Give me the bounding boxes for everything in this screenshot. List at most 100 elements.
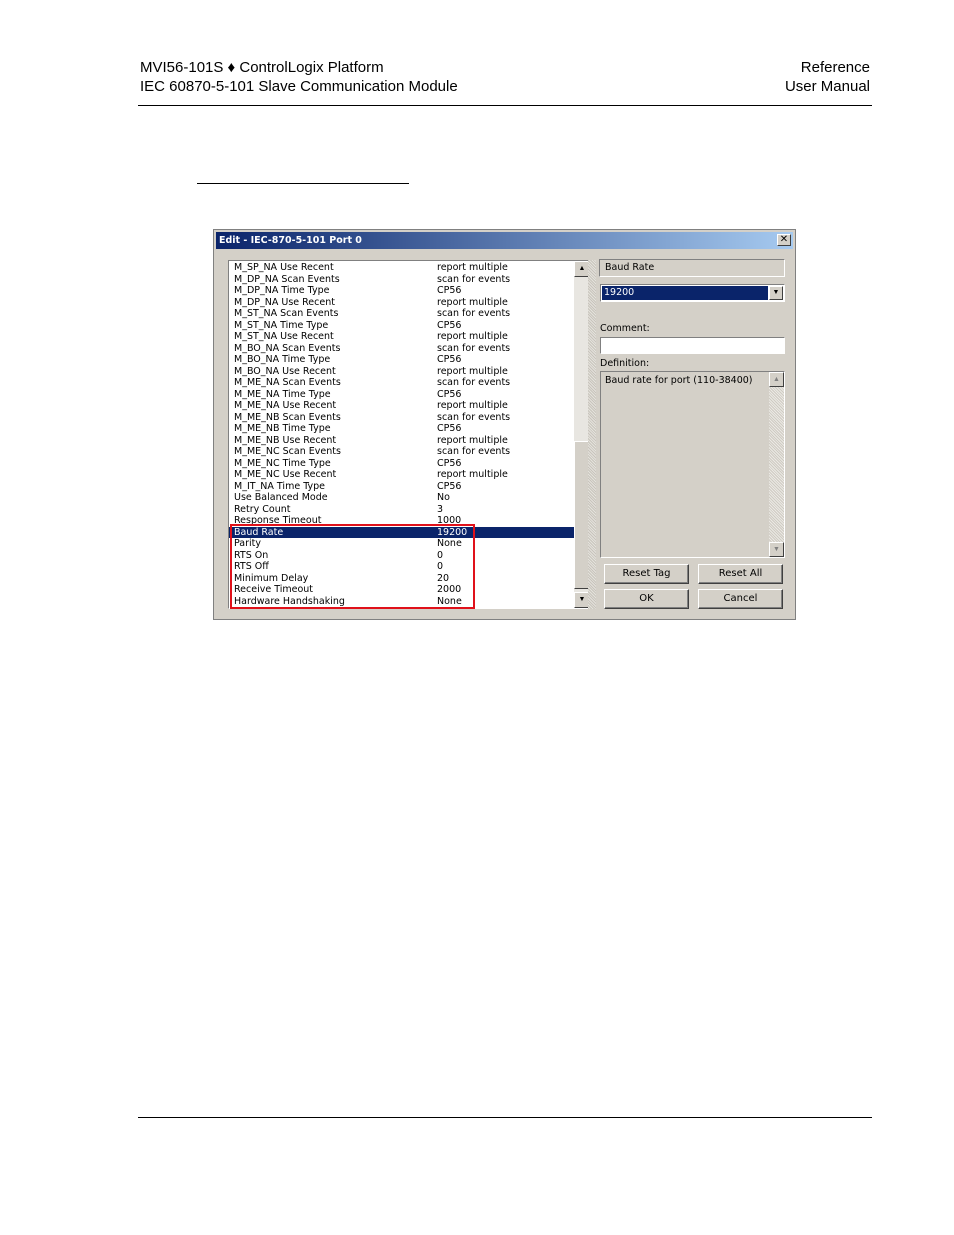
list-item[interactable]: M_BO_NA Use Recent report multiple: [229, 366, 576, 378]
definition-scroll-up-button[interactable]: ▲: [769, 372, 784, 387]
header-divider: [138, 105, 872, 106]
ok-button[interactable]: OK: [604, 589, 689, 609]
parameter-value: CP56: [437, 457, 462, 469]
definition-label: Definition:: [600, 358, 650, 369]
parameter-name: M_ST_NA Use Recent: [234, 331, 334, 342]
footer-divider: [138, 1117, 872, 1118]
close-button[interactable]: ✕: [777, 234, 791, 246]
list-item[interactable]: M_BO_NA Scan Events scan for events: [229, 343, 576, 355]
list-item[interactable]: M_DP_NA Use Recent report multiple: [229, 297, 576, 309]
close-icon: ✕: [779, 234, 789, 245]
parameter-name: Retry Count: [234, 503, 291, 515]
parameter-name: M_SP_NA Use Recent: [234, 262, 334, 273]
pane-splitter[interactable]: [588, 260, 596, 609]
value-dropdown[interactable]: 19200 ▼: [600, 284, 785, 302]
arrow-down-icon: ▼: [578, 596, 586, 603]
list-item[interactable]: M_SP_NA Use Recent report multiple: [229, 262, 576, 274]
parameter-value: report multiple: [437, 469, 508, 480]
page-header-right: Reference User Manual: [785, 58, 870, 96]
list-item[interactable]: M_DP_NA Time Type CP56: [229, 285, 576, 297]
definition-scroll-down-button[interactable]: ▼: [769, 542, 784, 557]
list-item[interactable]: Retry Count 3: [229, 504, 576, 516]
header-section: Reference: [800, 59, 870, 76]
dialog-title: Edit - IEC-870-5-101 Port 0: [219, 235, 362, 246]
list-item[interactable]: M_ME_NA Scan Events scan for events: [229, 377, 576, 389]
list-item[interactable]: M_ME_NA Time Type CP56: [229, 389, 576, 401]
parameter-value: scan for events: [437, 446, 511, 457]
comment-label: Comment:: [600, 323, 650, 334]
list-item[interactable]: M_DP_NA Scan Events scan for events: [229, 274, 576, 286]
parameter-name: M_ME_NB Scan Events: [234, 411, 341, 423]
header-product-title: MVI56-101S ♦ ControlLogix Platform: [140, 59, 384, 76]
list-item[interactable]: M_ME_NC Time Type CP56: [229, 458, 576, 470]
list-item[interactable]: M_ME_NB Use Recent report multiple: [229, 435, 576, 447]
header-doc-type: User Manual: [784, 78, 870, 95]
selected-tag-name: Baud Rate: [599, 259, 785, 277]
header-module-title: IEC 60870-5-101 Slave Communication Modu…: [140, 78, 458, 95]
definition-box: Baud rate for port (110-38400) ▲ ▼: [600, 371, 785, 558]
parameter-value: CP56: [437, 354, 462, 365]
parameter-value: report multiple: [437, 331, 508, 342]
list-item[interactable]: M_ME_NC Use Recent report multiple: [229, 469, 576, 481]
parameter-value: scan for events: [437, 308, 511, 319]
list-item[interactable]: M_IT_NA Time Type CP56: [229, 481, 576, 493]
parameter-value: report multiple: [437, 365, 508, 377]
parameter-name: M_ST_NA Time Type: [234, 319, 329, 331]
parameter-value: report multiple: [437, 400, 508, 411]
definition-text: Baud rate for port (110-38400): [605, 375, 753, 386]
parameter-value: 3: [437, 503, 444, 515]
parameter-name: Use Balanced Mode: [234, 492, 328, 503]
parameter-value: scan for events: [437, 273, 511, 285]
parameter-name: M_ME_NB Use Recent: [234, 434, 337, 446]
value-dropdown-selected: 19200: [602, 286, 768, 300]
list-item[interactable]: M_ME_NB Time Type CP56: [229, 423, 576, 435]
list-item[interactable]: Use Balanced Mode No: [229, 492, 576, 504]
parameter-name: M_DP_NA Scan Events: [234, 273, 340, 285]
parameter-value: CP56: [437, 423, 462, 434]
parameter-value: No: [437, 492, 450, 503]
list-item[interactable]: M_ME_NA Use Recent report multiple: [229, 400, 576, 412]
parameter-name: M_ME_NA Scan Events: [234, 377, 341, 388]
definition-scrollbar[interactable]: ▲ ▼: [769, 372, 784, 557]
parameter-name: M_DP_NA Use Recent: [234, 296, 335, 308]
list-item[interactable]: M_ST_NA Scan Events scan for events: [229, 308, 576, 320]
parameter-value: CP56: [437, 285, 462, 296]
arrow-down-icon: ▼: [773, 546, 780, 553]
parameter-value: scan for events: [437, 377, 511, 388]
parameter-name: M_ME_NC Scan Events: [234, 446, 341, 457]
list-item[interactable]: M_ST_NA Time Type CP56: [229, 320, 576, 332]
list-item[interactable]: M_ME_NC Scan Events scan for events: [229, 446, 576, 458]
chevron-down-icon: ▼: [772, 289, 780, 296]
comment-field[interactable]: [600, 337, 785, 354]
parameter-name: M_BO_NA Time Type: [234, 354, 331, 365]
parameter-value: CP56: [437, 388, 462, 400]
parameter-name: M_IT_NA Time Type: [234, 480, 326, 492]
list-item[interactable]: M_ST_NA Use Recent report multiple: [229, 331, 576, 343]
parameter-name: M_ME_NB Time Type: [234, 423, 331, 434]
list-item[interactable]: M_ME_NB Scan Events scan for events: [229, 412, 576, 424]
parameter-value: scan for events: [437, 411, 511, 423]
section-heading-underline: [197, 183, 409, 184]
reset-all-button[interactable]: Reset All: [698, 564, 783, 584]
dropdown-button[interactable]: ▼: [769, 286, 783, 300]
dialog-titlebar[interactable]: Edit - IEC-870-5-101 Port 0 ✕: [216, 232, 793, 249]
parameter-name: M_ME_NA Time Type: [234, 388, 331, 400]
reset-tag-button[interactable]: Reset Tag: [604, 564, 689, 584]
parameter-name: M_BO_NA Scan Events: [234, 342, 341, 354]
parameter-name: M_ME_NA Use Recent: [234, 400, 337, 411]
parameter-name: M_ME_NC Time Type: [234, 457, 331, 469]
arrow-up-icon: ▲: [773, 376, 780, 383]
parameter-name: M_DP_NA Time Type: [234, 285, 330, 296]
edit-dialog: Edit - IEC-870-5-101 Port 0 ✕ M_SP_NA Us…: [213, 229, 796, 620]
parameter-name: M_ME_NC Use Recent: [234, 469, 337, 480]
parameter-name: M_BO_NA Use Recent: [234, 365, 336, 377]
parameter-value: CP56: [437, 480, 462, 492]
parameter-value: report multiple: [437, 434, 508, 446]
parameter-name: M_ST_NA Scan Events: [234, 308, 339, 319]
parameter-value: report multiple: [437, 262, 508, 273]
list-item[interactable]: M_BO_NA Time Type CP56: [229, 354, 576, 366]
cancel-button[interactable]: Cancel: [698, 589, 783, 609]
parameter-value: report multiple: [437, 296, 508, 308]
arrow-up-icon: ▲: [578, 265, 586, 272]
page-header-left: MVI56-101S ♦ ControlLogix Platform IEC 6…: [140, 58, 458, 96]
